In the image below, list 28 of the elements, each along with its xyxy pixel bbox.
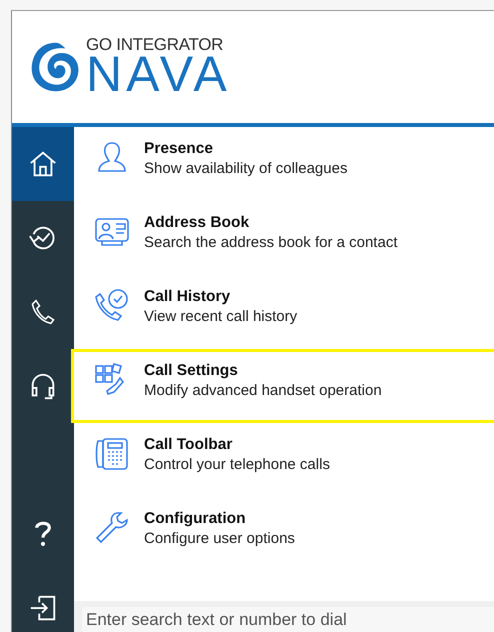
menu-item[interactable]: Call History View recent call history bbox=[71, 275, 494, 349]
menu-item[interactable]: Presence Show availability of colleagues bbox=[71, 127, 494, 201]
menu-item-description: Search the address book for a contact bbox=[144, 234, 398, 251]
phone-icon bbox=[29, 298, 57, 326]
menu-item[interactable]: Call Toolbar Control your telephone calls bbox=[71, 423, 494, 497]
menu-item[interactable]: Address Book Search the address book for a contact bbox=[71, 201, 494, 275]
help-icon[interactable] bbox=[34, 519, 52, 549]
menu-item-description: Show availability of colleagues bbox=[144, 160, 348, 177]
menu-item[interactable]: Configuration Configure user options bbox=[71, 497, 494, 571]
search-field[interactable]: Enter search text or number to dial bbox=[82, 607, 494, 632]
desk-phone-icon bbox=[94, 436, 130, 472]
nav-button[interactable] bbox=[12, 127, 74, 201]
wrench-icon bbox=[94, 510, 130, 546]
menu-item-description: Configure user options bbox=[144, 530, 295, 547]
menu-item-description: Modify advanced handset operation bbox=[144, 382, 382, 399]
sign-in-icon[interactable] bbox=[28, 593, 58, 623]
menu-item-title: Call Settings bbox=[144, 362, 239, 380]
phone-check-icon bbox=[94, 288, 130, 324]
home-icon bbox=[28, 149, 58, 179]
brand-name: GO INTEGRATOR bbox=[86, 36, 224, 52]
menu-item-title: Address Book bbox=[144, 214, 250, 232]
menu-item-description: View recent call history bbox=[144, 308, 298, 325]
menu-item-title: Presence bbox=[144, 140, 214, 158]
menu-item-title: Configuration bbox=[144, 510, 247, 528]
menu-item-title: Call Toolbar bbox=[144, 436, 234, 454]
menu-item-title: Call History bbox=[144, 288, 232, 306]
menu-item-description: Control your telephone calls bbox=[144, 456, 330, 473]
menu-item[interactable]: Call Settings Modify advanced handset operation bbox=[71, 349, 494, 423]
